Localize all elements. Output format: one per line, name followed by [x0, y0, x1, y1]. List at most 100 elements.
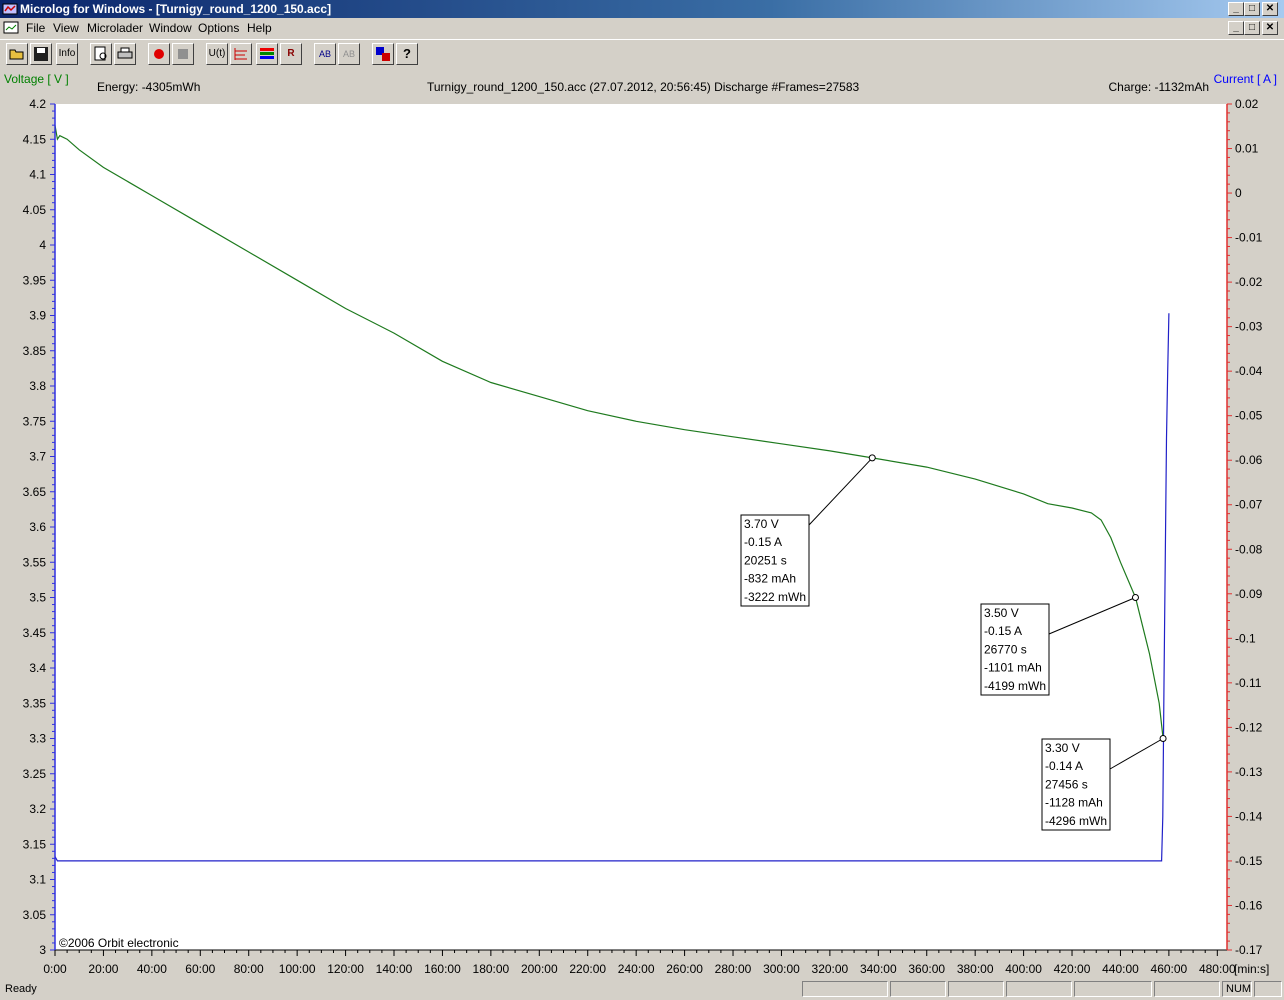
- print-preview-icon: [94, 46, 107, 61]
- left-tick-label: 3.45: [23, 626, 47, 640]
- left-tick-label: 3.65: [23, 485, 47, 499]
- left-tick-label: 3.9: [29, 309, 46, 323]
- right-tick-label: -0.13: [1235, 765, 1263, 779]
- right-tick-label: -0.15: [1235, 854, 1263, 868]
- annotation-line: -0.15 A: [744, 535, 782, 549]
- right-tick-label: -0.04: [1235, 364, 1263, 378]
- menu-window[interactable]: Window: [149, 21, 192, 35]
- annotation-line: 27456 s: [1045, 777, 1088, 791]
- menu-help[interactable]: Help: [247, 21, 272, 35]
- annotation-line: -3222 mWh: [744, 590, 806, 604]
- minimize-button[interactable]: _: [1228, 2, 1244, 16]
- resistor-button[interactable]: R: [280, 43, 302, 65]
- right-tick-label: 0.02: [1235, 97, 1259, 111]
- num-lock-indicator: NUM: [1222, 981, 1252, 997]
- left-tick-label: 3.7: [29, 450, 46, 464]
- status-panel-6: [1154, 981, 1220, 997]
- energy-summary: Energy: -4305mWh: [97, 80, 200, 94]
- left-tick-label: 4.2: [29, 97, 46, 111]
- close-button[interactable]: ✕: [1262, 2, 1278, 16]
- doc-restore-button[interactable]: □: [1244, 21, 1260, 35]
- maximize-button[interactable]: □: [1244, 2, 1260, 16]
- left-tick-label: 3.1: [29, 873, 46, 887]
- menu-file[interactable]: File: [26, 21, 45, 35]
- annotation-line: 3.30 V: [1045, 741, 1080, 755]
- annotation-line: -1128 mAh: [1045, 796, 1103, 810]
- stop-button[interactable]: [172, 43, 194, 65]
- annotation-line: -1101 mAh: [984, 661, 1042, 675]
- document-icon[interactable]: [3, 20, 19, 35]
- ab-disabled-button[interactable]: AB: [338, 43, 360, 65]
- open-button[interactable]: [6, 43, 28, 65]
- scale-button[interactable]: [230, 43, 252, 65]
- status-panel-5: [1074, 981, 1152, 997]
- menu-bar: File View Microlader Window Options Help…: [0, 18, 1284, 38]
- right-tick-label: -0.02: [1235, 275, 1263, 289]
- print-button[interactable]: [114, 43, 136, 65]
- x-axis-unit: [min:s]: [1234, 962, 1269, 976]
- left-tick-label: 4: [39, 238, 46, 252]
- menu-microlader[interactable]: Microlader: [87, 21, 143, 35]
- menu-options[interactable]: Options: [198, 21, 239, 35]
- print-preview-button[interactable]: [90, 43, 112, 65]
- right-tick-label: 0: [1235, 186, 1242, 200]
- left-tick-label: 3.55: [23, 555, 47, 569]
- right-tick-label: -0.11: [1235, 676, 1262, 690]
- annotation-line: -0.14 A: [1045, 759, 1083, 773]
- x-tick-label: 480:00: [1199, 962, 1236, 976]
- right-tick-label: -0.12: [1235, 720, 1263, 734]
- left-tick-label: 3.4: [29, 661, 46, 675]
- left-tick-label: 3.6: [29, 520, 46, 534]
- right-tick-label: -0.1: [1235, 631, 1256, 645]
- left-tick-label: 3.8: [29, 379, 46, 393]
- left-tick-label: 3.2: [29, 802, 46, 816]
- u-t-button[interactable]: U(t): [206, 43, 228, 65]
- menu-view[interactable]: View: [53, 21, 79, 35]
- u-t-icon: U(t): [208, 48, 226, 59]
- left-tick-label: 3.3: [29, 732, 46, 746]
- right-tick-label: -0.17: [1235, 943, 1263, 957]
- resistor-icon: R: [287, 48, 295, 59]
- annotation-line: 3.50 V: [984, 606, 1019, 620]
- annotation-line: -4296 mWh: [1045, 814, 1107, 828]
- scale-icon: [234, 48, 247, 60]
- discharge-chart[interactable]: 4.2 4.15 4.1 4.05 4 3.95 3.9 3.85 3.8 3.75 3.7 3.65…: [0, 70, 1284, 978]
- copyright-text: ©2006 Orbit electronic: [59, 936, 179, 950]
- doc-minimize-button[interactable]: _: [1228, 21, 1244, 35]
- folder-open-icon: [9, 49, 24, 60]
- status-panel-3: [948, 981, 1004, 997]
- right-tick-label: -0.09: [1235, 587, 1263, 601]
- help-icon: ?: [403, 46, 411, 61]
- status-bar: Ready NUM: [0, 979, 1284, 1000]
- right-tick-label: -0.06: [1235, 453, 1263, 467]
- file-info: Turnigy_round_1200_150.acc (27.07.2012, …: [427, 80, 860, 94]
- annotation-line: -0.15 A: [984, 624, 1022, 638]
- save-button[interactable]: [30, 43, 52, 65]
- left-tick-label: 3.15: [23, 837, 47, 851]
- floppy-disk-icon: [34, 47, 48, 61]
- x-tick-label: 320:00: [812, 962, 849, 976]
- x-tick-label: 420:00: [1054, 962, 1091, 976]
- left-tick-label: 3.85: [23, 344, 47, 358]
- ab-compare-icon: AB: [318, 49, 331, 59]
- annotation-line: -4199 mWh: [984, 679, 1046, 693]
- cursor-button[interactable]: [372, 43, 394, 65]
- help-button[interactable]: ?: [396, 43, 418, 65]
- right-tick-label: -0.08: [1235, 542, 1263, 556]
- status-text: Ready: [5, 983, 37, 995]
- colors-button[interactable]: [256, 43, 278, 65]
- status-panel-7: [1254, 981, 1282, 997]
- status-panel-4: [1006, 981, 1072, 997]
- x-tick-label: 360:00: [908, 962, 945, 976]
- info-button[interactable]: Info: [56, 43, 78, 65]
- left-tick-label: 4.1: [29, 168, 46, 182]
- x-tick-label: 140:00: [376, 962, 413, 976]
- doc-close-button[interactable]: ✕: [1262, 21, 1278, 35]
- status-panel-2: [890, 981, 946, 997]
- annotation-marker: [1131, 594, 1139, 601]
- record-button[interactable]: [148, 43, 170, 65]
- annotation-line: -832 mAh: [744, 572, 796, 586]
- ab-button[interactable]: AB: [314, 43, 336, 65]
- annotation-line: 20251 s: [744, 553, 787, 567]
- x-tick-label: 20:00: [88, 962, 118, 976]
